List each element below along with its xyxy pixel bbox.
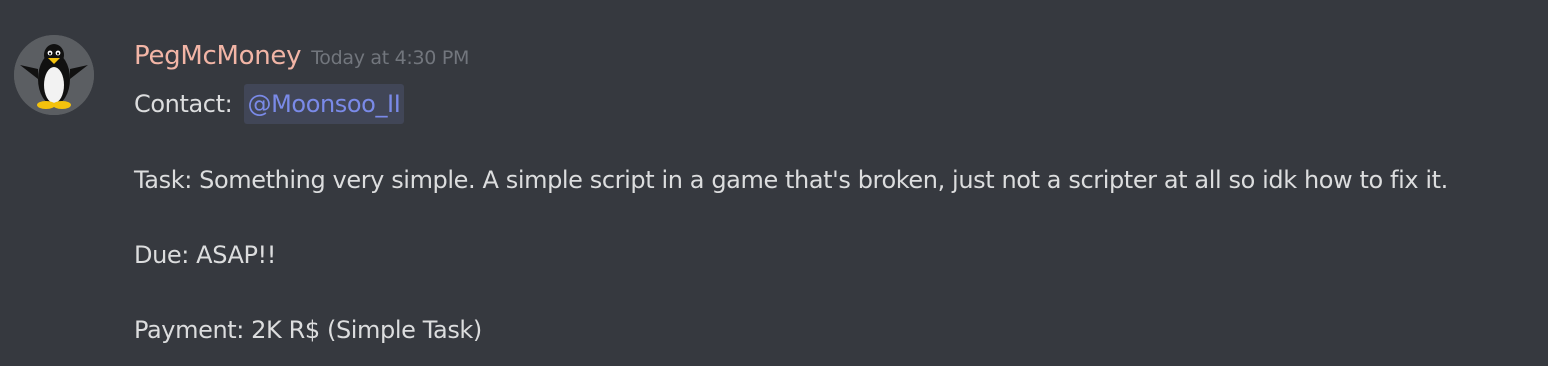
chat-message: PegMcMoney Today at 4:30 PM Contact: @Mo… xyxy=(0,0,1548,366)
penguin-icon xyxy=(14,35,94,115)
payment-line: Payment: 2K R$ (Simple Task) xyxy=(134,316,482,344)
username[interactable]: PegMcMoney xyxy=(134,36,301,76)
timestamp: Today at 4:30 PM xyxy=(311,47,470,69)
user-mention[interactable]: @Moonsoo_II xyxy=(243,84,405,124)
due-line: Due: ASAP!! xyxy=(134,241,277,269)
contact-label: Contact: xyxy=(134,90,233,118)
message-header: PegMcMoney Today at 4:30 PM xyxy=(134,36,469,76)
task-line: Task: Something very simple. A simple sc… xyxy=(134,166,1448,194)
contact-line: Contact: @Moonsoo_II xyxy=(134,84,405,124)
avatar[interactable] xyxy=(14,35,94,115)
